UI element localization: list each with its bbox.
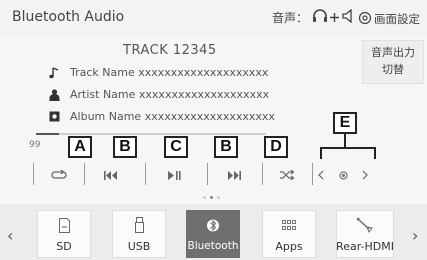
usb-icon xyxy=(134,217,144,233)
audio-output-indicator: 音声： xyxy=(272,8,355,26)
artist-name: Artist Name xxxxxxxxxxxxxxxxxxxx xyxy=(70,88,270,101)
sd-card-icon xyxy=(58,217,70,233)
person-icon xyxy=(48,88,60,101)
audio-output-label: 音声： xyxy=(272,11,309,25)
album-icon xyxy=(48,111,60,123)
skip-back-icon xyxy=(104,165,118,184)
repeat-button[interactable] xyxy=(41,163,77,185)
dot-icon xyxy=(338,165,348,184)
source-rear-hdmi-button[interactable]: Rear-HDMI xyxy=(336,210,394,258)
next-track-button[interactable] xyxy=(216,163,252,185)
callout-c: C xyxy=(164,136,188,158)
page-dot xyxy=(210,196,213,199)
callout-e-bracket xyxy=(320,147,376,149)
callout-e-leader xyxy=(344,134,346,148)
source-usb-button[interactable]: USB xyxy=(112,210,166,258)
source-sd-label: SD xyxy=(56,240,72,253)
source-bar: ‹ SD USB Bluetooth Apps Rear-HDMI › xyxy=(0,204,427,260)
source-rear-hdmi-label: Rear-HDMI xyxy=(336,240,394,253)
track-name: Track Name xxxxxxxxxxxxxxxxxxxx xyxy=(70,66,269,79)
track-number: TRACK 12345 xyxy=(123,43,217,58)
control-divider xyxy=(33,163,34,185)
album-name: Album Name xxxxxxxxxxxxxxxxxxxx xyxy=(70,110,275,123)
play-pause-icon xyxy=(167,165,181,184)
header-bar: Bluetooth Audio 音声： 画面設定 xyxy=(0,0,427,38)
source-bluetooth-label: Bluetooth xyxy=(187,240,239,252)
previous-track-button[interactable] xyxy=(93,163,129,185)
source-apps-label: Apps xyxy=(275,240,303,253)
music-note-icon xyxy=(48,66,60,79)
control-divider xyxy=(262,163,263,185)
control-divider xyxy=(145,163,146,185)
callout-b-next: B xyxy=(214,136,238,158)
headphones-icon xyxy=(312,9,328,26)
apps-grid-icon xyxy=(282,217,296,233)
audio-output-switch-button[interactable]: 音声出力 切替 xyxy=(362,40,424,84)
callout-e: E xyxy=(333,112,357,134)
repeat-icon xyxy=(51,165,67,184)
output-switch-line1: 音声出力 xyxy=(371,46,415,59)
page-indicator xyxy=(203,196,220,199)
source-bluetooth-button[interactable]: Bluetooth xyxy=(186,210,240,258)
source-prev-arrow[interactable]: ‹ xyxy=(7,226,13,245)
bluetooth-audio-screen: Bluetooth Audio 音声： 画面設定 音声出力 切替 TRACK 1… xyxy=(0,0,427,260)
callout-d: D xyxy=(264,136,288,158)
plus-icon xyxy=(330,11,340,25)
shuffle-icon xyxy=(279,165,295,184)
source-sd-button[interactable]: SD xyxy=(37,210,91,258)
callout-e-bracket-left xyxy=(320,147,322,159)
source-next-arrow[interactable]: › xyxy=(412,226,418,245)
elapsed-time: 99 xyxy=(29,140,41,150)
bluetooth-icon xyxy=(207,217,219,233)
list-previous-button[interactable] xyxy=(310,163,332,185)
control-divider xyxy=(207,163,208,185)
page-dot xyxy=(217,196,220,199)
callout-b-previous: B xyxy=(113,136,137,158)
list-next-button[interactable] xyxy=(354,163,376,185)
progress-fill xyxy=(36,133,59,135)
screen-settings-label: 画面設定 xyxy=(374,12,420,26)
page-dot xyxy=(203,196,206,199)
play-pause-button[interactable] xyxy=(156,163,192,185)
rear-hdmi-icon xyxy=(356,217,374,233)
artist-name-row: Artist Name xxxxxxxxxxxxxxxxxxxx xyxy=(48,88,269,101)
chevron-right-icon xyxy=(362,165,368,184)
speaker-icon xyxy=(341,8,355,26)
album-name-row: Album Name xxxxxxxxxxxxxxxxxxxx xyxy=(48,110,275,123)
playback-controls xyxy=(33,163,368,185)
skip-forward-icon xyxy=(227,165,241,184)
callout-a: A xyxy=(68,136,92,158)
source-usb-label: USB xyxy=(127,240,151,253)
shuffle-button[interactable] xyxy=(269,163,305,185)
gear-icon xyxy=(358,11,374,28)
progress-bar[interactable] xyxy=(36,133,266,135)
chevron-left-icon xyxy=(318,165,324,184)
control-divider xyxy=(84,163,85,185)
callout-e-bracket-right xyxy=(374,147,376,159)
output-switch-line2: 切替 xyxy=(382,63,404,76)
source-apps-button[interactable]: Apps xyxy=(262,210,316,258)
screen-settings-button[interactable]: 画面設定 xyxy=(358,6,424,32)
app-title: Bluetooth Audio xyxy=(12,9,125,25)
list-center-button[interactable] xyxy=(332,163,354,185)
track-name-row: Track Name xxxxxxxxxxxxxxxxxxxx xyxy=(48,66,268,79)
